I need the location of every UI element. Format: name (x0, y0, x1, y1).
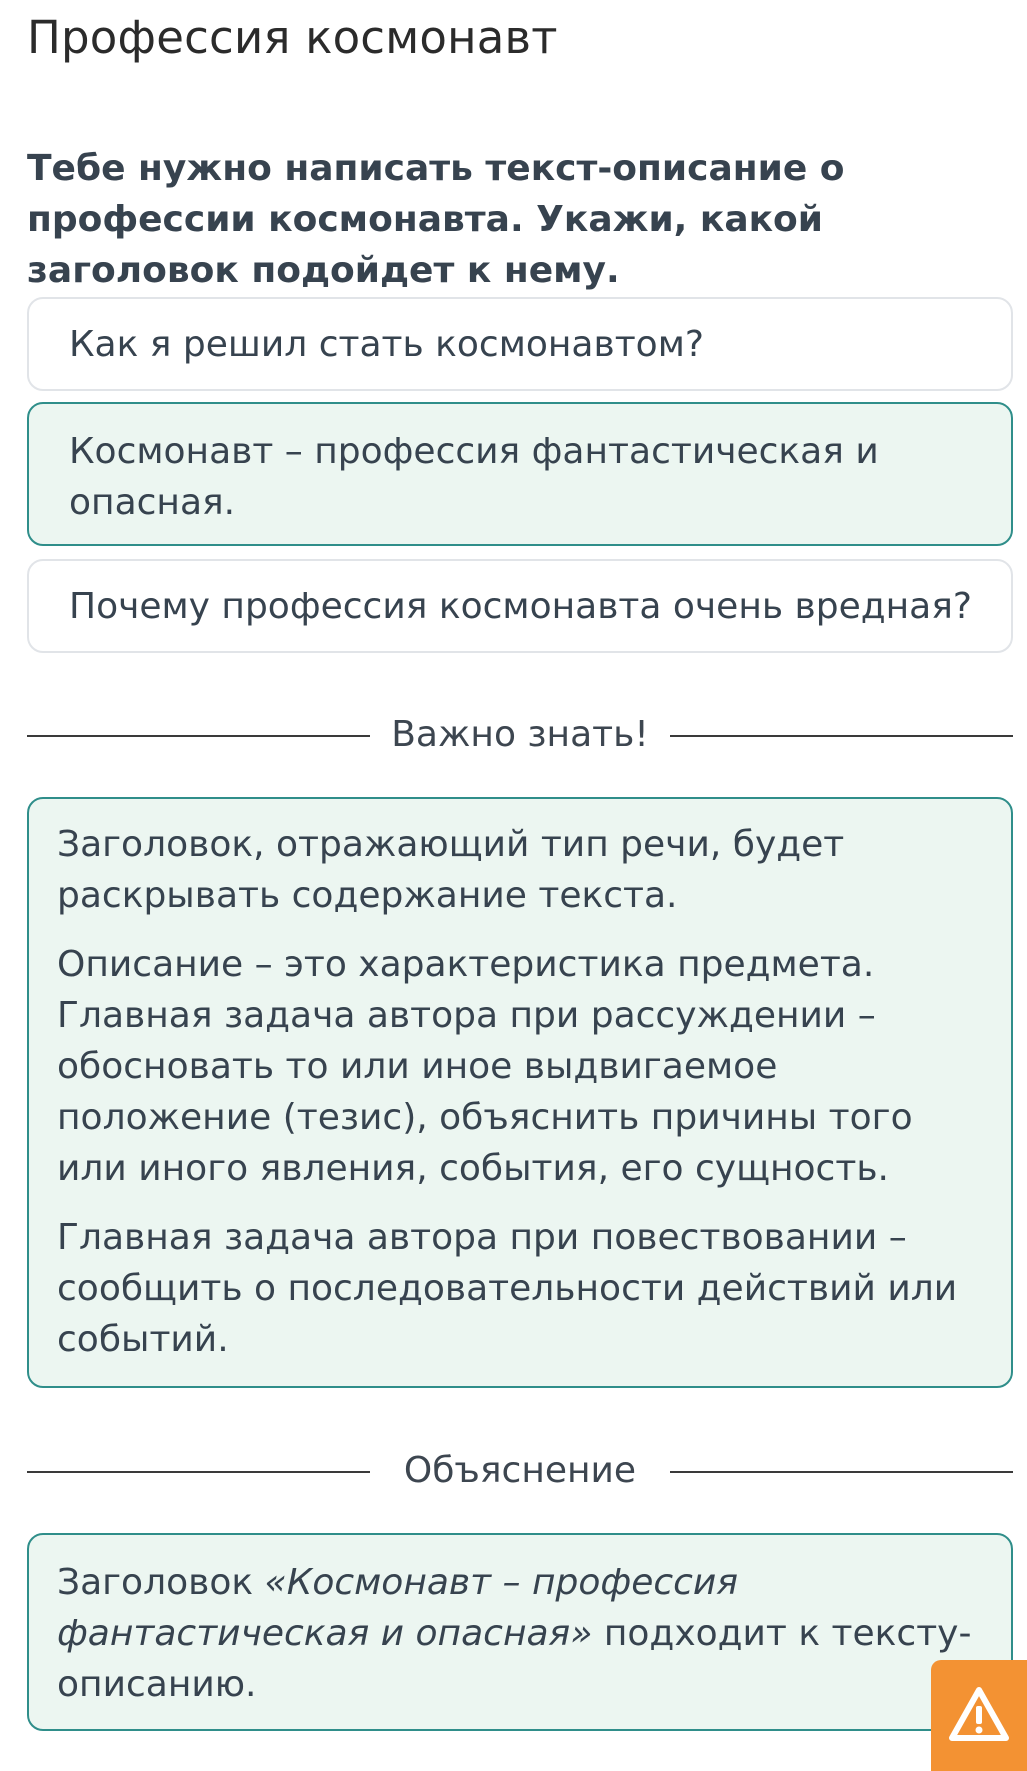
question-text: Тебе нужно написать текст-описание о про… (27, 148, 845, 291)
answer-option-3[interactable]: Почему профессия космонавта очень вредна… (27, 559, 1013, 653)
divider-line-right (670, 735, 1013, 737)
important-paragraph-3: Главная задача автора при повествовании … (57, 1217, 958, 1360)
divider-line-left (27, 1471, 370, 1473)
important-box: Заголовок, отражающий тип речи, будет ра… (27, 797, 1013, 1388)
explanation-box: Заголовок «Космонавт – профессия фантаст… (27, 1533, 1013, 1731)
divider-line-left (27, 735, 370, 737)
important-divider: Важно знать! (27, 705, 1013, 765)
explanation-divider: Объяснение (27, 1441, 1013, 1501)
answer-option-1[interactable]: Как я решил стать космонавтом? (27, 297, 1013, 391)
divider-line-right (670, 1471, 1013, 1473)
important-paragraph-1: Заголовок, отражающий тип речи, будет ра… (57, 824, 845, 916)
explanation-heading: Объяснение (403, 1450, 637, 1491)
warning-icon (948, 1686, 1010, 1746)
explanation-text: Заголовок «Космонавт – профессия фантаст… (57, 1557, 985, 1710)
answer-option-2[interactable]: Космонавт – профессия фантастическая и о… (27, 402, 1013, 546)
important-heading: Важно знать! (391, 714, 649, 755)
explanation-prefix: Заголовок (57, 1562, 265, 1603)
report-problem-button[interactable] (931, 1660, 1027, 1771)
important-paragraph-2: Описание – это характеристика предмета. … (57, 944, 913, 1189)
page-title: Профессия космонавт (27, 11, 558, 64)
